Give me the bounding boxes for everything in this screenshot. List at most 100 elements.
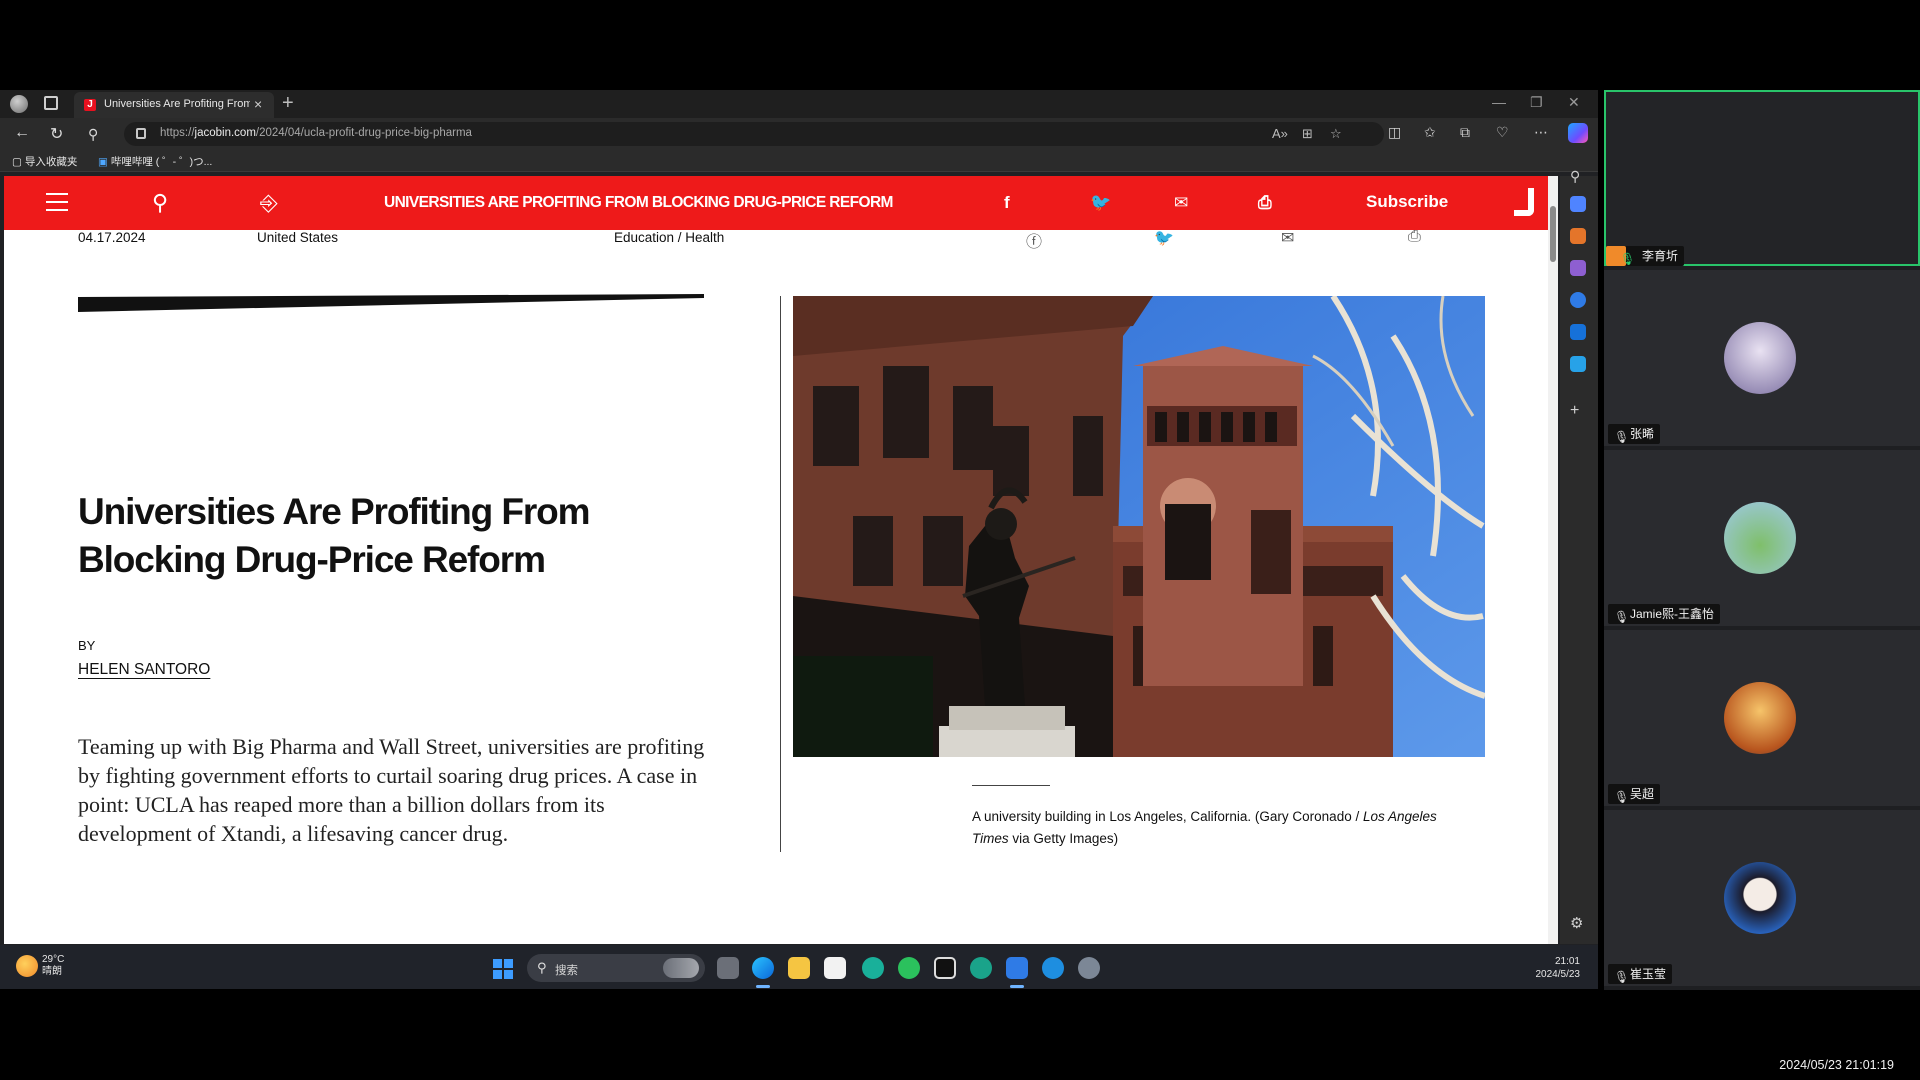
sidebar-settings-icon[interactable]: ⚙ — [1570, 914, 1586, 932]
twitter-share-icon[interactable]: 🐦 — [1154, 228, 1174, 248]
settings-icon[interactable] — [1078, 957, 1100, 979]
meeting-gallery: 🎙 李育圻 🎙 张晞 🎙 Jamie熙-王鑫怡 🎙 吴超 🎙 崔玉莹 — [1604, 90, 1920, 990]
browser-essentials-icon[interactable]: ♡ — [1496, 124, 1509, 141]
file-explorer-icon[interactable] — [788, 957, 810, 979]
page-scrollbar[interactable] — [1548, 176, 1558, 944]
search-icon[interactable]: ⚲ — [88, 126, 98, 143]
lock-icon[interactable] — [136, 128, 146, 139]
menu-icon[interactable] — [46, 193, 68, 211]
favorites-icon[interactable]: ✩ — [1424, 124, 1436, 141]
facebook-icon[interactable]: f — [1004, 193, 1010, 213]
sidebar-send-icon[interactable] — [1570, 356, 1586, 372]
windows-taskbar: 29°C 晴朗 ⚲ 搜索 21:01 2024/5/23 — [0, 945, 1598, 989]
url-text[interactable]: https://jacobin.com/2024/04/ucla-profit-… — [160, 127, 472, 139]
participant-tile[interactable]: 🎙 李育圻 — [1604, 90, 1920, 266]
byline-label: BY — [78, 638, 96, 653]
column-divider — [780, 296, 781, 852]
mic-muted-icon: 🎙 — [1614, 430, 1630, 444]
caption-rule — [972, 785, 1050, 786]
headline-decorative-rule — [78, 294, 704, 312]
back-icon[interactable]: ← — [14, 124, 30, 142]
search-icon[interactable]: ⚲ — [152, 190, 168, 216]
tab-close-button[interactable]: × — [254, 96, 262, 112]
collections-icon[interactable]: ⧉ — [1460, 124, 1470, 141]
sidebar-briefcase-icon[interactable] — [1570, 228, 1586, 244]
sidebar-tag-icon[interactable] — [1570, 196, 1586, 212]
email-share-icon[interactable]: ✉ — [1281, 228, 1294, 248]
meeting-app-icon[interactable] — [1006, 957, 1028, 979]
login-icon[interactable]: ⎆ — [260, 190, 278, 216]
edge-icon[interactable] — [752, 957, 774, 979]
tab-actions-icon[interactable] — [44, 96, 58, 110]
author-link[interactable]: HELEN SANTORO — [78, 661, 210, 679]
browser-tab[interactable]: J Universities Are Profiting From B × — [74, 92, 274, 118]
read-aloud-icon[interactable]: A» — [1272, 126, 1288, 141]
twitter-icon[interactable]: 🐦 — [1090, 193, 1111, 213]
sidebar-copilot-icon[interactable] — [1570, 292, 1586, 308]
new-tab-button[interactable]: + — [282, 92, 294, 115]
mic-muted-icon: 🎙 — [1614, 790, 1630, 804]
close-window-icon[interactable]: ✕ — [1568, 94, 1580, 111]
participant-avatar — [1724, 682, 1796, 754]
sidebar-add-icon[interactable]: + — [1570, 402, 1586, 419]
jacobin-logo[interactable] — [1514, 188, 1534, 216]
participant-avatar — [1724, 862, 1796, 934]
active-indicator — [756, 985, 770, 988]
copilot-icon[interactable] — [1568, 123, 1588, 143]
address-bar[interactable]: https://jacobin.com/2024/04/ucla-profit-… — [124, 122, 1384, 146]
app-search-icon[interactable] — [1042, 957, 1064, 979]
participant-name-tag: 🎙 崔玉莹 — [1608, 964, 1673, 984]
tab-title: Universities Are Profiting From B — [104, 98, 250, 110]
print-share-icon[interactable]: ⎙ — [1408, 228, 1421, 246]
import-favorites-link[interactable]: ▢ 导入收藏夹 — [12, 154, 77, 169]
participant-avatar — [1724, 502, 1796, 574]
article-topics[interactable]: Education / Health — [614, 230, 724, 245]
print-icon[interactable]: ⎙ — [1258, 193, 1272, 213]
app-available-icon[interactable]: ⊞ — [1302, 126, 1313, 142]
wechat-icon[interactable] — [898, 957, 920, 979]
task-view-icon[interactable] — [717, 957, 739, 979]
recording-timestamp: 2024/05/23 21:01:19 — [1779, 1058, 1894, 1072]
app-globe-icon[interactable] — [862, 957, 884, 979]
profile-avatar[interactable] — [10, 95, 28, 113]
participant-tile[interactable]: 🎙 吴超 — [1604, 630, 1920, 806]
email-icon[interactable]: ✉ — [1174, 193, 1188, 213]
sidebar-games-icon[interactable] — [1570, 260, 1586, 276]
search-highlight-image — [663, 958, 699, 978]
participant-avatar — [1724, 322, 1796, 394]
article-date: 04.17.2024 — [78, 230, 146, 245]
store-icon[interactable] — [824, 957, 846, 979]
bilibili-favorite-link[interactable]: ▣ 哔哩哔哩 ( ゜- ゜)つ... — [98, 154, 212, 169]
start-button[interactable] — [493, 959, 513, 979]
favorite-star-icon[interactable]: ☆ — [1330, 126, 1342, 142]
subscribe-button[interactable]: Subscribe — [1366, 192, 1448, 212]
sidebar-search-icon[interactable]: ⚲ — [1570, 168, 1586, 184]
system-clock[interactable]: 21:01 2024/5/23 — [1536, 955, 1581, 981]
sidebar-outlook-icon[interactable] — [1570, 324, 1586, 340]
taskbar-search[interactable]: ⚲ 搜索 — [527, 954, 705, 982]
article-dek: Teaming up with Big Pharma and Wall Stre… — [78, 734, 705, 846]
weather-widget[interactable]: 29°C 晴朗 — [42, 954, 64, 978]
minimize-icon[interactable]: — — [1492, 94, 1506, 110]
split-screen-icon[interactable]: ◫ — [1388, 124, 1401, 141]
title-bar: J Universities Are Profiting From B × + … — [0, 90, 1598, 118]
participant-tile[interactable]: 🎙 张晞 — [1604, 270, 1920, 446]
weather-icon[interactable] — [16, 955, 38, 977]
refresh-icon[interactable]: ↻ — [50, 124, 63, 144]
article-photo[interactable] — [793, 296, 1485, 757]
restore-icon[interactable]: ❐ — [1530, 94, 1543, 111]
scrollbar-thumb[interactable] — [1550, 206, 1556, 262]
edge-sidebar: ⚲ + ⚙ — [1560, 168, 1598, 944]
app-sphere-icon[interactable] — [970, 957, 992, 979]
photo-caption: A university building in Los Angeles, Ca… — [972, 809, 1437, 846]
qq-icon[interactable] — [934, 957, 956, 979]
favorites-bar: ▢ 导入收藏夹 ▣ 哔哩哔哩 ( ゜- ゜)つ... — [0, 150, 1598, 172]
mic-muted-icon: 🎙 — [1614, 610, 1630, 624]
more-options-icon[interactable]: ⋯ — [1534, 124, 1548, 141]
participant-tile[interactable]: 🎙 Jamie熙-王鑫怡 — [1604, 450, 1920, 626]
jacobin-favicon-icon: J — [84, 99, 96, 111]
participant-tile[interactable]: 🎙 崔玉莹 — [1604, 810, 1920, 986]
facebook-share-icon[interactable]: ⓕ — [1026, 228, 1042, 252]
navigation-bar: ← ↻ ⚲ https://jacobin.com/2024/04/ucla-p… — [0, 118, 1598, 150]
article-location[interactable]: United States — [257, 230, 338, 245]
